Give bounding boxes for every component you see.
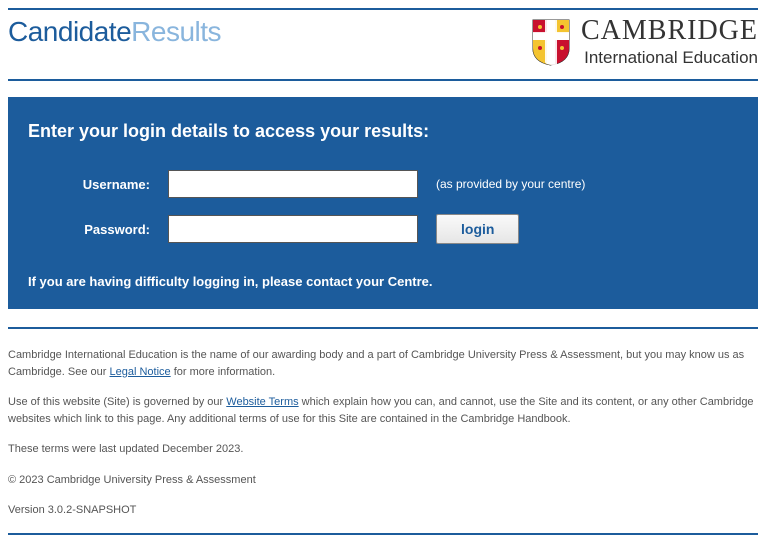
section-divider [8,327,758,329]
footer-version: Version 3.0.2-SNAPSHOT [8,502,758,519]
bottom-border [8,533,758,535]
footer: Cambridge International Education is the… [8,347,758,519]
cambridge-shield-icon [531,18,571,66]
login-button[interactable]: login [436,214,519,244]
username-label: Username: [28,177,168,192]
footer-para-2: Use of this website (Site) is governed b… [8,394,758,427]
password-input[interactable] [168,215,418,243]
password-label: Password: [28,222,168,237]
cambridge-name: CAMBRIDGE [581,16,758,47]
login-heading: Enter your login details to access your … [28,121,738,142]
footer-para-3: These terms were last updated December 2… [8,441,758,458]
password-row: Password: login [28,214,738,244]
login-panel: Enter your login details to access your … [8,97,758,309]
login-help-text: If you are having difficulty logging in,… [28,274,738,289]
header-divider [8,79,758,81]
cambridge-logo-block: CAMBRIDGE International Education [531,16,758,67]
legal-notice-link[interactable]: Legal Notice [110,366,171,378]
website-terms-link[interactable]: Website Terms [226,396,298,408]
brand-part2: Results [131,16,221,47]
site-title: CandidateResults [8,16,221,48]
header: CandidateResults CAMBRIDGE [8,10,758,79]
cambridge-subtitle: International Education [584,49,758,68]
username-hint: (as provided by your centre) [436,177,585,191]
username-row: Username: (as provided by your centre) [28,170,738,198]
brand-part1: Candidate [8,16,131,47]
footer-copyright: © 2023 Cambridge University Press & Asse… [8,472,758,489]
footer-para-1: Cambridge International Education is the… [8,347,758,380]
username-input[interactable] [168,170,418,198]
